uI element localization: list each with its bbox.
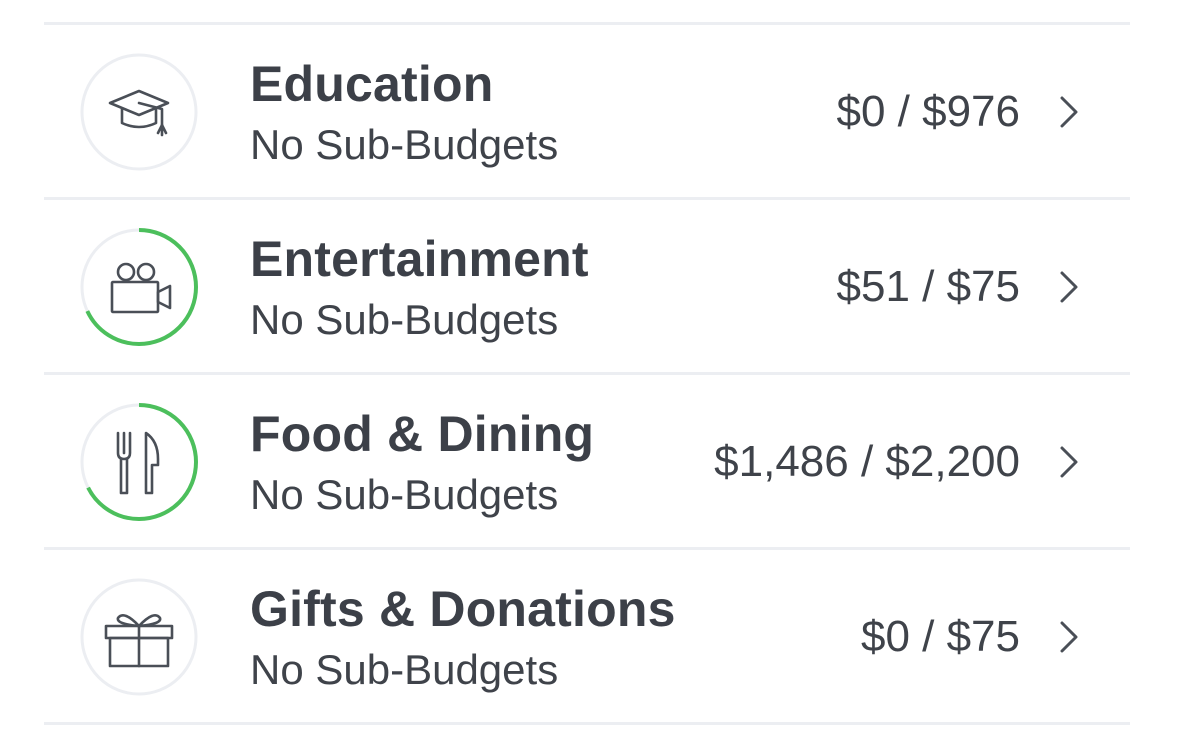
budget-row-entertainment[interactable]: Entertainment No Sub-Budgets $51 / $75 [44,200,1130,372]
budget-row-education[interactable]: Education No Sub-Budgets $0 / $976 [44,25,1130,197]
budget-amount: $1,486 / $2,200 [714,437,1020,486]
chevron-right-icon[interactable] [1058,95,1080,129]
budget-row-food-dining[interactable]: Food & Dining No Sub-Budgets $1,486 / $2… [44,375,1130,547]
budget-subtitle: No Sub-Budgets [250,121,559,168]
chevron-right-icon[interactable] [1058,620,1080,654]
budget-subtitle: No Sub-Budgets [250,471,559,518]
fork-knife-icon [80,403,198,521]
gift-icon [80,578,198,696]
budget-title: Entertainment [250,231,589,287]
budget-amount: $0 / $75 [860,612,1020,661]
budget-subtitle: No Sub-Budgets [250,296,559,343]
budget-list: Education No Sub-Budgets $0 / $976 Enter… [44,0,1130,725]
budget-title: Education [250,56,494,112]
divider [44,722,1130,725]
budget-row-gifts-donations[interactable]: Gifts & Donations No Sub-Budgets $0 / $7… [44,550,1130,722]
budget-amount: $51 / $75 [836,262,1021,311]
budget-amount: $0 / $976 [836,87,1021,136]
chevron-right-icon[interactable] [1058,270,1080,304]
budget-title: Gifts & Donations [250,581,676,637]
chevron-right-icon[interactable] [1058,445,1080,479]
graduation-cap-icon [80,53,198,171]
budget-title: Food & Dining [250,406,595,462]
budget-subtitle: No Sub-Budgets [250,646,559,693]
film-camera-icon [80,228,198,346]
